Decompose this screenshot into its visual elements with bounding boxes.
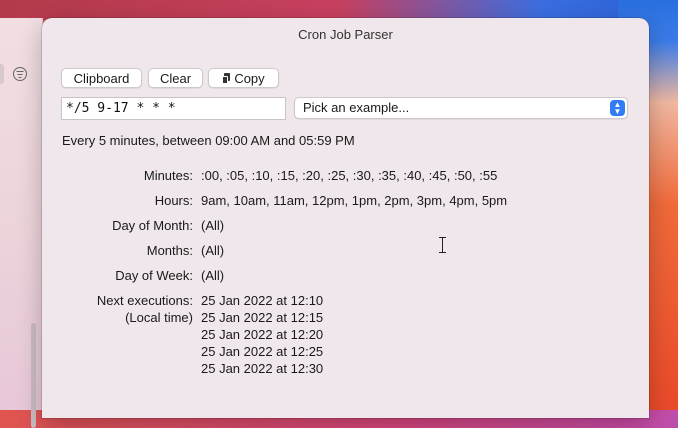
background-window[interactable] bbox=[0, 18, 43, 428]
hours-value: 9am, 10am, 11am, 12pm, 1pm, 2pm, 3pm, 4p… bbox=[201, 193, 508, 208]
schedule-summary: Every 5 minutes, between 09:00 AM and 05… bbox=[62, 133, 355, 148]
next-executions-list: 25 Jan 2022 at 12:10 25 Jan 2022 at 12:1… bbox=[201, 292, 323, 377]
hours-label: Hours: bbox=[154, 193, 193, 208]
next-executions-label: Next executions: bbox=[96, 293, 193, 308]
minutes-label: Minutes: bbox=[143, 168, 193, 183]
background-window-tab bbox=[0, 64, 4, 84]
execution-item: 25 Jan 2022 at 12:10 bbox=[201, 293, 324, 308]
clipboard-button[interactable]: Clipboard bbox=[61, 68, 142, 88]
example-select[interactable]: Pick an example... ▲ ▼ bbox=[294, 97, 628, 119]
day-of-week-value: (All) bbox=[201, 268, 225, 283]
copy-button[interactable]: Copy bbox=[208, 68, 279, 88]
months-value: (All) bbox=[201, 243, 225, 258]
select-stepper-icon: ▲ ▼ bbox=[610, 100, 625, 116]
copy-doc-icon bbox=[222, 72, 231, 84]
cron-expression-input[interactable] bbox=[61, 97, 286, 120]
local-time-label: (Local time) bbox=[125, 310, 193, 325]
minutes-value: :00, :05, :10, :15, :20, :25, :30, :35, … bbox=[201, 168, 498, 183]
desktop-wallpaper-top bbox=[0, 0, 678, 20]
execution-item: 25 Jan 2022 at 12:30 bbox=[201, 361, 324, 376]
background-scrollbar[interactable] bbox=[31, 323, 36, 428]
text-cursor-icon bbox=[439, 237, 446, 253]
months-label: Months: bbox=[146, 243, 193, 258]
day-of-month-label: Day of Month: bbox=[112, 218, 193, 233]
filter-icon[interactable] bbox=[13, 67, 27, 81]
cron-parser-window: Cron Job Parser Clipboard Clear Copy Pic… bbox=[42, 18, 649, 418]
execution-item: 25 Jan 2022 at 12:25 bbox=[201, 344, 324, 359]
copy-button-label: Copy bbox=[234, 70, 265, 86]
execution-item: 25 Jan 2022 at 12:20 bbox=[201, 327, 324, 342]
example-select-value: Pick an example... bbox=[303, 100, 410, 115]
day-of-week-label: Day of Week: bbox=[115, 268, 193, 283]
execution-item: 25 Jan 2022 at 12:15 bbox=[201, 310, 324, 325]
day-of-month-value: (All) bbox=[201, 218, 225, 233]
window-title: Cron Job Parser bbox=[298, 27, 393, 42]
clear-button[interactable]: Clear bbox=[148, 68, 203, 88]
